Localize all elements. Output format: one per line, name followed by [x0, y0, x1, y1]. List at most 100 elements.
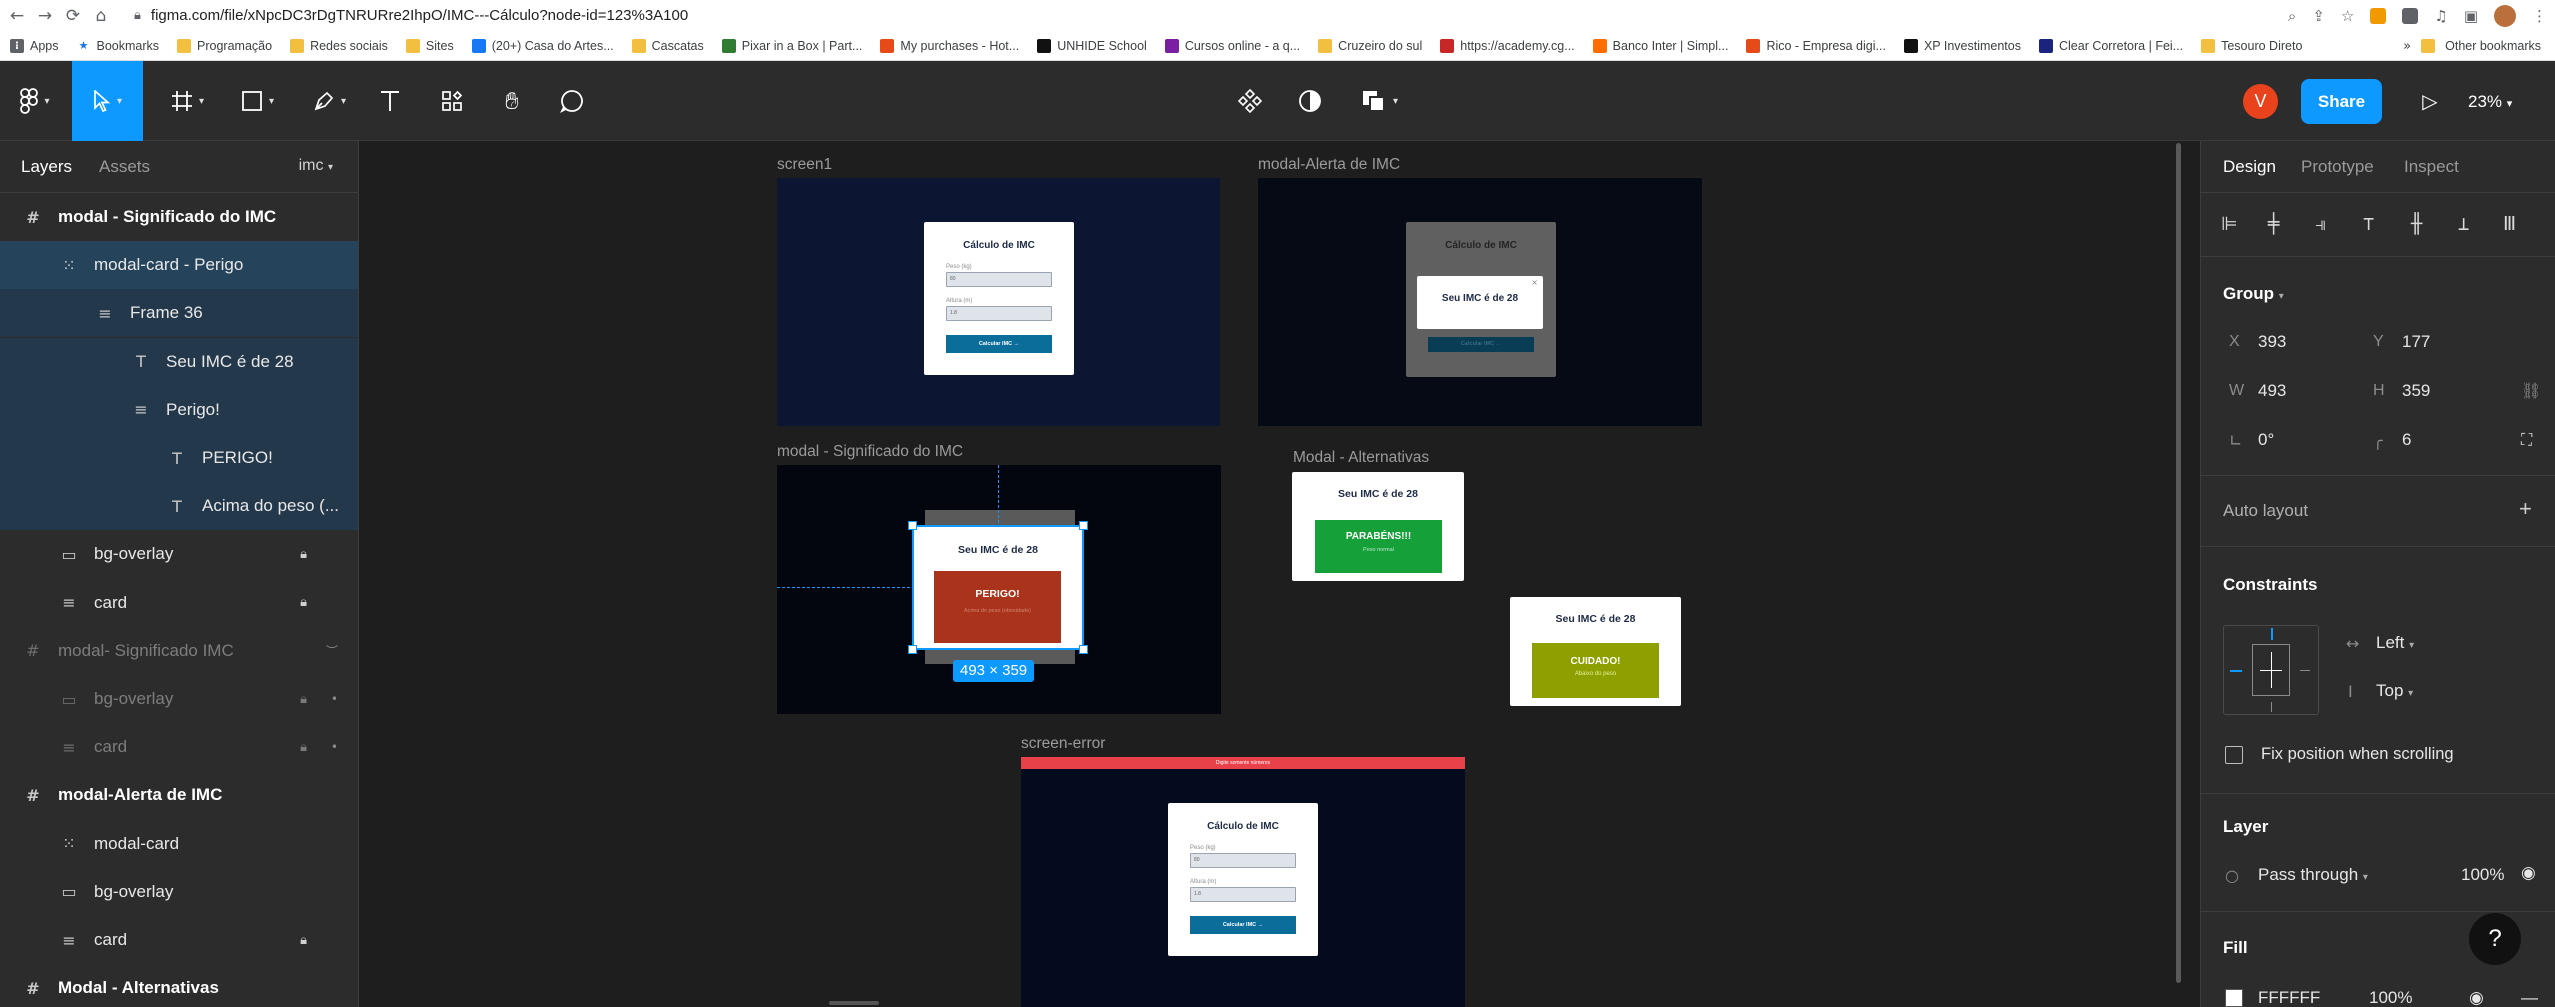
tab-design[interactable]: Design	[2223, 157, 2276, 177]
bookmark-item[interactable]: Redes sociais	[290, 38, 388, 53]
vertical-constraint-dropdown[interactable]: Top ▾	[2376, 681, 2413, 701]
w-input[interactable]: 493	[2258, 381, 2286, 401]
independent-corners-icon[interactable]: ⛶	[2521, 430, 2532, 450]
lock-icon[interactable]: 🔒︎	[300, 547, 307, 562]
present-button[interactable]: ▷	[2410, 79, 2450, 124]
tab-layers[interactable]: Layers	[21, 157, 72, 177]
rectangle-tool-button[interactable]: ▾	[230, 61, 285, 141]
bookmark-item[interactable]: XP Investimentos	[1903, 38, 2021, 53]
layer-row[interactable]: ⁙ modal-card	[0, 820, 358, 868]
forward-icon[interactable]: →	[34, 6, 56, 26]
x-input[interactable]: 393	[2258, 332, 2286, 352]
frame-alerta[interactable]: Cálculo de IMC Calcular IMC → Seu IMC é …	[1258, 178, 1702, 426]
chevron-right-icon[interactable]: »	[2403, 39, 2411, 54]
constraint-bottom[interactable]	[2271, 702, 2272, 712]
layer-row[interactable]: ▭ bg-overlay	[0, 868, 358, 916]
media-icon[interactable]: ♫	[2434, 7, 2447, 25]
bookmark-item[interactable]: Cruzeiro do sul	[1318, 38, 1422, 53]
zoom-dropdown[interactable]: 23% ▾	[2468, 79, 2512, 124]
align-top-icon[interactable]: ⊤	[2363, 213, 2374, 235]
bookmark-item[interactable]: Programação	[177, 38, 272, 53]
layer-row[interactable]: ⁙ modal-card - Perigo	[0, 241, 358, 290]
layer-row[interactable]: ≡ Frame 36	[0, 289, 358, 338]
text-tool-button[interactable]	[370, 61, 410, 141]
bookmark-item[interactable]: Pixar in a Box | Part...	[721, 38, 862, 53]
rotation-input[interactable]: 0°	[2258, 430, 2274, 450]
bookmark-item[interactable]: UNHIDE School	[1037, 38, 1147, 53]
share-button[interactable]: Share	[2301, 79, 2382, 124]
tab-prototype[interactable]: Prototype	[2301, 157, 2374, 177]
align-bottom-icon[interactable]: ⊥	[2458, 213, 2469, 235]
kebab-menu-icon[interactable]: ⋮	[2532, 7, 2547, 25]
bookmark-item[interactable]: ⁝ Apps	[10, 38, 59, 53]
constraints-widget[interactable]	[2223, 625, 2319, 715]
layer-opacity-input[interactable]: 100%	[2461, 865, 2504, 885]
h-input[interactable]: 359	[2402, 381, 2430, 401]
lock-icon[interactable]: 🔒︎	[300, 933, 307, 948]
resize-handle[interactable]	[908, 645, 917, 654]
frame-label-alternativas[interactable]: Modal - Alternativas	[1293, 449, 1429, 467]
visibility-dot-icon[interactable]: •	[331, 692, 338, 706]
bookmark-item[interactable]: My purchases - Hot...	[880, 38, 1019, 53]
constrain-proportions-icon[interactable]: ⛓︎	[2521, 381, 2541, 400]
group-section-title[interactable]: Group ▾	[2223, 284, 2284, 304]
visibility-eye-icon[interactable]: ◉	[2521, 863, 2536, 883]
component-button[interactable]	[1230, 61, 1270, 141]
layer-row[interactable]: T Acima do peso (...	[0, 482, 358, 531]
align-right-icon[interactable]: ⫣	[2315, 213, 2326, 235]
align-center-h-icon[interactable]: ╪	[2268, 213, 2279, 235]
other-bookmarks[interactable]: » Other bookmarks	[2403, 31, 2541, 61]
figma-menu-button[interactable]: ▾	[10, 61, 60, 141]
bookmark-item[interactable]: Cursos online - a q...	[1164, 38, 1300, 53]
contrast-button[interactable]	[1290, 61, 1330, 141]
boolean-button[interactable]: ▾	[1352, 61, 1407, 141]
resources-button[interactable]	[432, 61, 472, 141]
resize-handle[interactable]	[908, 521, 917, 530]
constraint-right[interactable]	[2300, 670, 2310, 671]
y-input[interactable]: 177	[2402, 332, 2430, 352]
lock-icon[interactable]: 🔒︎	[134, 8, 141, 23]
address-bar[interactable]: figma.com/file/xNpcDC3rDgTNRURre2IhpO/IM…	[151, 7, 688, 24]
horizontal-scrollbar[interactable]	[829, 1001, 879, 1005]
frame-screen-error[interactable]: Digite somente números Cálculo de IMC Pe…	[1021, 757, 1465, 1007]
resize-handle[interactable]	[1079, 521, 1088, 530]
layer-row[interactable]: # modal - Significado do IMC	[0, 193, 358, 241]
page-selector[interactable]: imc ▾	[299, 157, 333, 175]
layer-row[interactable]: ≡ Perigo!	[0, 385, 358, 434]
lock-icon[interactable]: 🔒︎	[300, 740, 307, 755]
layer-row[interactable]: # modal- Significado IMC ︶	[0, 627, 358, 675]
help-button[interactable]: ?	[2469, 913, 2521, 965]
frame-significado[interactable]: Seu IMC é de 28 PERIGO! Acima do peso (o…	[777, 465, 1221, 714]
layer-row[interactable]: # Modal - Alternativas	[0, 964, 358, 1007]
align-center-v-icon[interactable]: ╫	[2411, 213, 2422, 235]
layer-row[interactable]: T Seu IMC é de 28	[0, 337, 358, 386]
frame-screen1[interactable]: Cálculo de IMC Peso (kg) 80 Altura (m) 1…	[777, 178, 1220, 426]
visibility-dot-icon[interactable]: •	[331, 740, 338, 754]
align-left-icon[interactable]: ⊫	[2221, 213, 2238, 235]
pen-tool-button[interactable]: ▾	[302, 61, 357, 141]
puzzle-icon[interactable]	[2402, 7, 2419, 24]
bookmark-item[interactable]: Cascatas	[631, 38, 704, 53]
layer-row[interactable]: ≡ card 🔒︎	[0, 916, 358, 964]
bookmark-item[interactable]: ★ Bookmarks	[77, 39, 159, 53]
bookmark-item[interactable]: (20+) Casa do Artes...	[471, 38, 614, 53]
bookmark-item[interactable]: Banco Inter | Simpl...	[1592, 38, 1728, 53]
layer-row[interactable]: ▭ bg-overlay 🔒︎	[0, 530, 358, 578]
reload-icon[interactable]: ⟳	[62, 6, 84, 26]
bookmark-item[interactable]: Clear Corretora | Fei...	[2038, 38, 2183, 53]
bookmark-item[interactable]: Rico - Empresa digi...	[1746, 38, 1886, 53]
lock-icon[interactable]: 🔒︎	[300, 692, 307, 707]
layer-row[interactable]: # modal-Alerta de IMC	[0, 771, 358, 819]
tab-inspect[interactable]: Inspect	[2404, 157, 2459, 177]
move-tool-button[interactable]: ▾	[72, 61, 143, 141]
frame-label-error[interactable]: screen-error	[1021, 735, 1105, 753]
layer-row[interactable]: ≡ card 🔒︎	[0, 579, 358, 627]
blend-mode-dropdown[interactable]: Pass through ▾	[2258, 865, 2368, 885]
layer-row[interactable]: ▭ bg-overlay 🔒︎ •	[0, 675, 358, 723]
parabens-card[interactable]: Seu IMC é de 28 PARABÉNS!!! Peso normal	[1292, 472, 1464, 581]
frame-label-significado[interactable]: modal - Significado do IMC	[777, 443, 963, 461]
vertical-scrollbar[interactable]	[2176, 143, 2181, 983]
constraint-top-active[interactable]	[2271, 628, 2273, 640]
share-page-icon[interactable]: ⇪	[2312, 7, 2325, 25]
back-icon[interactable]: ←	[6, 6, 28, 26]
